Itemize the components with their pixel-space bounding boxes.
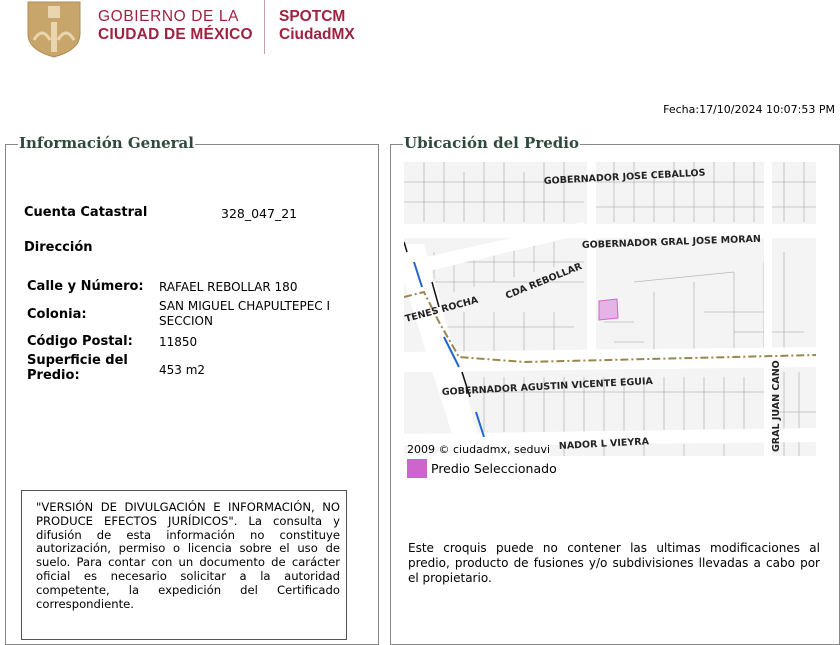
disclaimer-box: "VERSIÓN DE DIVULGACIÓN E INFORMACIÓN, N…: [21, 490, 347, 640]
parcel-map[interactable]: GOBERNADOR JOSE CEBALLOS GOBERNADOR GRAL…: [404, 162, 816, 456]
superficie-label: Superficie del Predio:: [27, 353, 128, 383]
direccion-label: Dirección: [24, 240, 93, 255]
header-divider: [264, 0, 265, 54]
superficie-value: 453 m2: [159, 363, 206, 377]
cuenta-label: Cuenta Catastral: [24, 205, 148, 220]
location-title: Ubicación del Predio: [403, 134, 580, 152]
cdmx-logo: [27, 1, 81, 58]
street-label: GRAL JUAN CANO: [771, 360, 782, 452]
app-name: SPOTCM CiudadMX: [279, 8, 355, 44]
selected-parcel[interactable]: [598, 298, 619, 321]
cp-label: Código Postal:: [27, 334, 133, 349]
date-stamp: Fecha:17/10/2024 10:07:53 PM: [663, 103, 835, 116]
app-line1: SPOTCM: [279, 8, 346, 25]
gov-line2: CIUDAD DE MÉXICO: [98, 26, 253, 43]
cp-value: 11850: [159, 335, 198, 349]
colonia-value: SAN MIGUEL CHAPULTEPEC I SECCION: [159, 299, 331, 328]
cuenta-value: 328_047_21: [221, 206, 298, 221]
government-name: GOBIERNO DE LA CIUDAD DE MÉXICO: [98, 8, 253, 44]
map-note: Este croquis puede no contener las ultim…: [408, 541, 820, 585]
gov-line1: GOBIERNO DE LA: [98, 8, 240, 25]
calle-value: RAFAEL REBOLLAR 180: [159, 280, 298, 294]
calle-label: Calle y Número:: [27, 279, 144, 294]
general-info-title: Información General: [18, 134, 195, 152]
legend-swatch: [407, 459, 427, 478]
colonia-label: Colonia:: [27, 307, 87, 322]
app-line2: CiudadMX: [279, 26, 355, 43]
map-copyright: 2009 © ciudadmx, seduvi: [407, 443, 551, 456]
legend-label: Predio Seleccionado: [431, 461, 557, 476]
